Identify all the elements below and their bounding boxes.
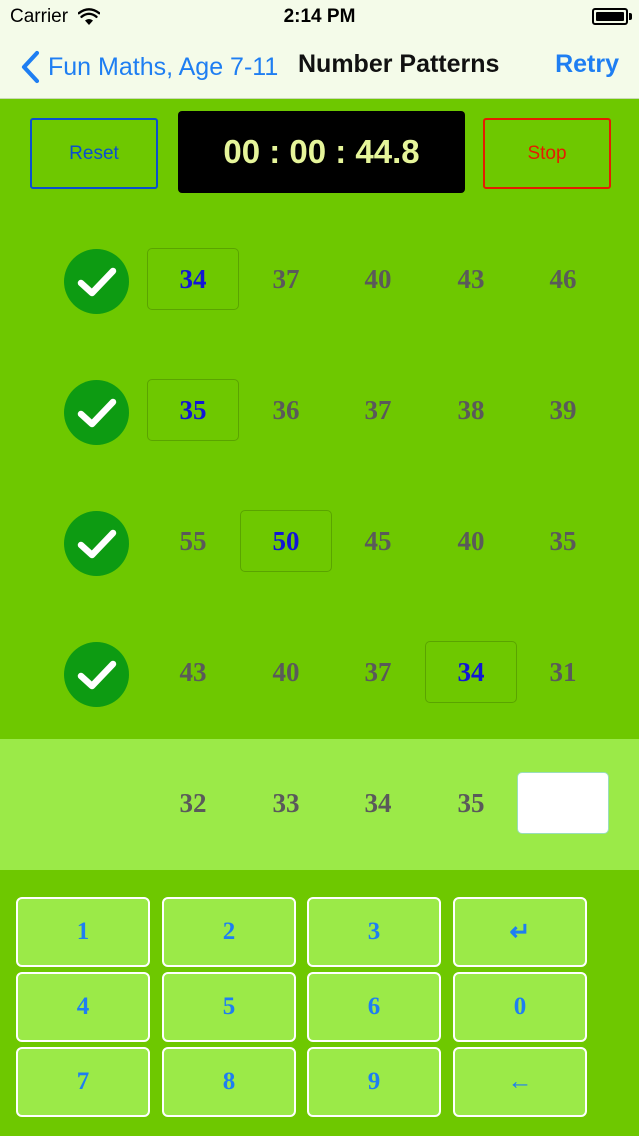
reset-button[interactable]: Reset: [30, 118, 158, 189]
key-4[interactable]: 4: [16, 972, 150, 1042]
sequence-number: 38: [457, 394, 485, 425]
sequence-number: 37: [364, 394, 392, 425]
key-enter[interactable]: ↵: [453, 897, 587, 967]
sequence-number: 37: [364, 656, 392, 687]
answer-cell: 34: [425, 641, 517, 703]
puzzle-row: 35 36 37 38 39: [0, 347, 639, 477]
puzzle-row: 34 37 40 43 46: [0, 216, 639, 346]
sequence-number: 55: [179, 525, 207, 556]
sequence-number: 35: [457, 787, 485, 818]
battery-icon: [592, 8, 628, 25]
timer-display: 00 : 00 : 44.8: [178, 111, 465, 193]
sequence-number: 32: [179, 787, 207, 818]
chevron-left-icon: [21, 50, 40, 84]
retry-button[interactable]: Retry: [555, 50, 619, 79]
status-time: 2:14 PM: [283, 6, 356, 27]
key-8[interactable]: 8: [162, 1047, 296, 1117]
key-6[interactable]: 6: [307, 972, 441, 1042]
nav-bar: Fun Maths, Age 7-11 Number Patterns Retr…: [0, 36, 639, 99]
battery-cap: [629, 13, 632, 20]
back-button-label: Fun Maths, Age 7-11: [48, 52, 279, 81]
back-button[interactable]: Fun Maths, Age 7-11: [18, 50, 278, 84]
sequence-number: 46: [549, 263, 577, 294]
stop-button[interactable]: Stop: [483, 118, 611, 189]
answer-cell: 35: [147, 379, 239, 441]
key-3[interactable]: 3: [307, 897, 441, 967]
sequence-number: 45: [364, 525, 392, 556]
key-7[interactable]: 7: [16, 1047, 150, 1117]
checkmark-icon: [64, 380, 129, 445]
sequence-number: 40: [364, 263, 392, 294]
status-bar: Carrier 2:14 PM: [0, 0, 639, 36]
key-5[interactable]: 5: [162, 972, 296, 1042]
sequence-number: 34: [364, 787, 392, 818]
key-backspace[interactable]: ←: [453, 1047, 587, 1117]
sequence-number: 43: [457, 263, 485, 294]
sequence-number: 43: [179, 656, 207, 687]
sequence-number: 37: [272, 263, 300, 294]
sequence-number: 36: [272, 394, 300, 425]
key-2[interactable]: 2: [162, 897, 296, 967]
checkmark-icon: [64, 249, 129, 314]
key-1[interactable]: 1: [16, 897, 150, 967]
sequence-number: 40: [272, 656, 300, 687]
sequence-number: 31: [549, 656, 577, 687]
sequence-number: 39: [549, 394, 577, 425]
answer-cell: 50: [240, 510, 332, 572]
puzzle-row: 43 40 37 34 31: [0, 609, 639, 739]
sequence-number: 35: [549, 525, 577, 556]
answer-cell: 34: [147, 248, 239, 310]
puzzle-row: 55 50 45 40 35: [0, 478, 639, 608]
page-title: Number Patterns: [298, 50, 500, 78]
checkmark-icon: [64, 511, 129, 576]
sequence-number: 40: [457, 525, 485, 556]
key-9[interactable]: 9: [307, 1047, 441, 1117]
checkmark-icon: [64, 642, 129, 707]
answer-input[interactable]: [517, 772, 609, 834]
key-0[interactable]: 0: [453, 972, 587, 1042]
sequence-number: 33: [272, 787, 300, 818]
